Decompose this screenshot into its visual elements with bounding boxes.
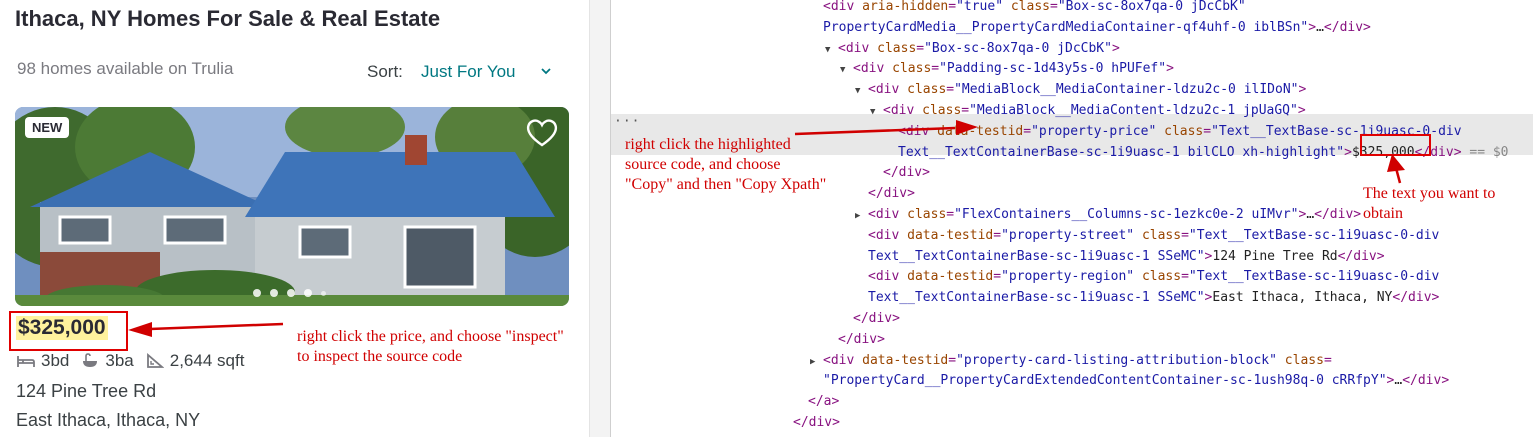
expand-triangle-icon[interactable]: ▶ <box>855 206 868 226</box>
bed-icon <box>17 356 35 367</box>
expand-triangle-icon[interactable]: ▼ <box>870 102 883 122</box>
carousel-dot[interactable] <box>321 290 326 296</box>
dom-node-line[interactable]: ▼ <div class="MediaBlock__MediaContainer-… <box>855 80 1306 100</box>
property-street[interactable]: 124 Pine Tree Rd <box>16 381 156 402</box>
dom-node-line[interactable]: ▶ <div data-testid="property-card-listing… <box>810 351 1332 371</box>
carousel-dot[interactable] <box>270 289 278 297</box>
dom-node-line[interactable]: ▼ <div class="Padding-sc-1d43y5s-0 hPUFef… <box>840 59 1174 79</box>
dom-node-line[interactable]: <div data-testid="property-street" class… <box>868 226 1439 246</box>
annotation-copy-line3: "Copy" and then "Copy Xpath" <box>625 176 827 193</box>
baths-group: 3ba <box>81 351 134 371</box>
dom-node-line[interactable]: </div> <box>838 330 885 350</box>
expand-triangle-icon[interactable]: ▶ <box>810 352 823 372</box>
property-photo[interactable]: NEW <box>15 107 569 306</box>
new-badge: NEW <box>25 117 70 138</box>
dom-node-line[interactable]: </div> <box>793 413 840 433</box>
sort-label: Sort: <box>367 62 403 81</box>
carousel-dot[interactable] <box>287 289 295 297</box>
pane-divider[interactable] <box>589 0 611 437</box>
annotation-copy-line1: right click the highlighted <box>625 136 791 153</box>
sqft-value: 2,644 sqft <box>169 351 245 370</box>
sqft-group: 2,644 sqft <box>146 351 245 371</box>
dom-node-line[interactable]: </a> <box>808 392 839 412</box>
annotation-target-line1: The text you want to <box>1363 184 1496 204</box>
expand-triangle-icon[interactable]: ▼ <box>825 40 838 60</box>
baths-value: 3ba <box>105 351 134 370</box>
dom-node-line[interactable]: Text__TextContainerBase-sc-1i9uasc-1 SSe… <box>868 247 1385 267</box>
homes-count: 98 homes available on Trulia <box>17 59 234 78</box>
area-ruler-icon <box>146 353 164 368</box>
annotation-inspect-line2: to inspect the source code <box>297 348 463 365</box>
dom-node-line[interactable]: ▼ <div class="MediaBlock__MediaContent-ld… <box>870 101 1306 121</box>
node-actions-ellipsis[interactable]: ··· <box>614 114 640 129</box>
dom-node-line[interactable]: </div> <box>868 184 915 204</box>
bath-icon <box>83 353 98 367</box>
dom-node-line[interactable]: ▼ <div class="Box-sc-8ox7qa-0 jDcCbK"> <box>825 39 1120 59</box>
dom-node-line[interactable]: <div aria-hidden="true" class="Box-sc-8o… <box>823 0 1246 17</box>
carousel-dot[interactable] <box>253 289 261 297</box>
photo-carousel-dots[interactable] <box>253 289 326 297</box>
annotation-value-box <box>1360 134 1431 156</box>
listing-pane: Ithaca, NY Homes For Sale & Real Estate … <box>0 0 589 437</box>
property-specs: 3bd 3ba 2,644 sqft <box>17 351 256 371</box>
dom-node-line[interactable]: ▶ <div class="FlexContainers__Columns-sc-… <box>855 205 1361 225</box>
house-photo <box>15 107 569 306</box>
dom-node-line[interactable]: </div> <box>883 163 930 183</box>
chevron-down-icon[interactable] <box>539 63 553 79</box>
beds-group: 3bd <box>17 351 69 371</box>
carousel-dot[interactable] <box>304 289 312 297</box>
dom-node-line[interactable]: PropertyCardMedia__PropertyCardMediaCont… <box>823 18 1371 38</box>
expand-triangle-icon[interactable]: ▼ <box>855 81 868 101</box>
annotation-target-line2: obtain <box>1363 205 1403 222</box>
annotation-copy-line2: source code, and choose <box>625 156 781 173</box>
dom-node-line[interactable]: </div> <box>853 309 900 329</box>
sort-dropdown[interactable]: Just For You <box>421 62 516 82</box>
heart-icon[interactable] <box>525 117 559 149</box>
property-price[interactable]: $325,000 <box>16 316 108 340</box>
expand-triangle-icon[interactable]: ▼ <box>840 60 853 80</box>
beds-value: 3bd <box>41 351 70 370</box>
annotation-inspect-line1: right click the price, and choose "inspe… <box>297 328 564 345</box>
dom-node-line[interactable]: <div data-testid="property-region" class… <box>868 267 1439 287</box>
dom-node-line[interactable]: Text__TextContainerBase-sc-1i9uasc-1 SSe… <box>868 288 1439 308</box>
page-title: Ithaca, NY Homes For Sale & Real Estate <box>15 6 441 31</box>
dom-node-line[interactable]: "PropertyCard__PropertyCardExtendedConte… <box>823 371 1449 391</box>
property-region[interactable]: East Ithaca, Ithaca, NY <box>16 410 200 431</box>
